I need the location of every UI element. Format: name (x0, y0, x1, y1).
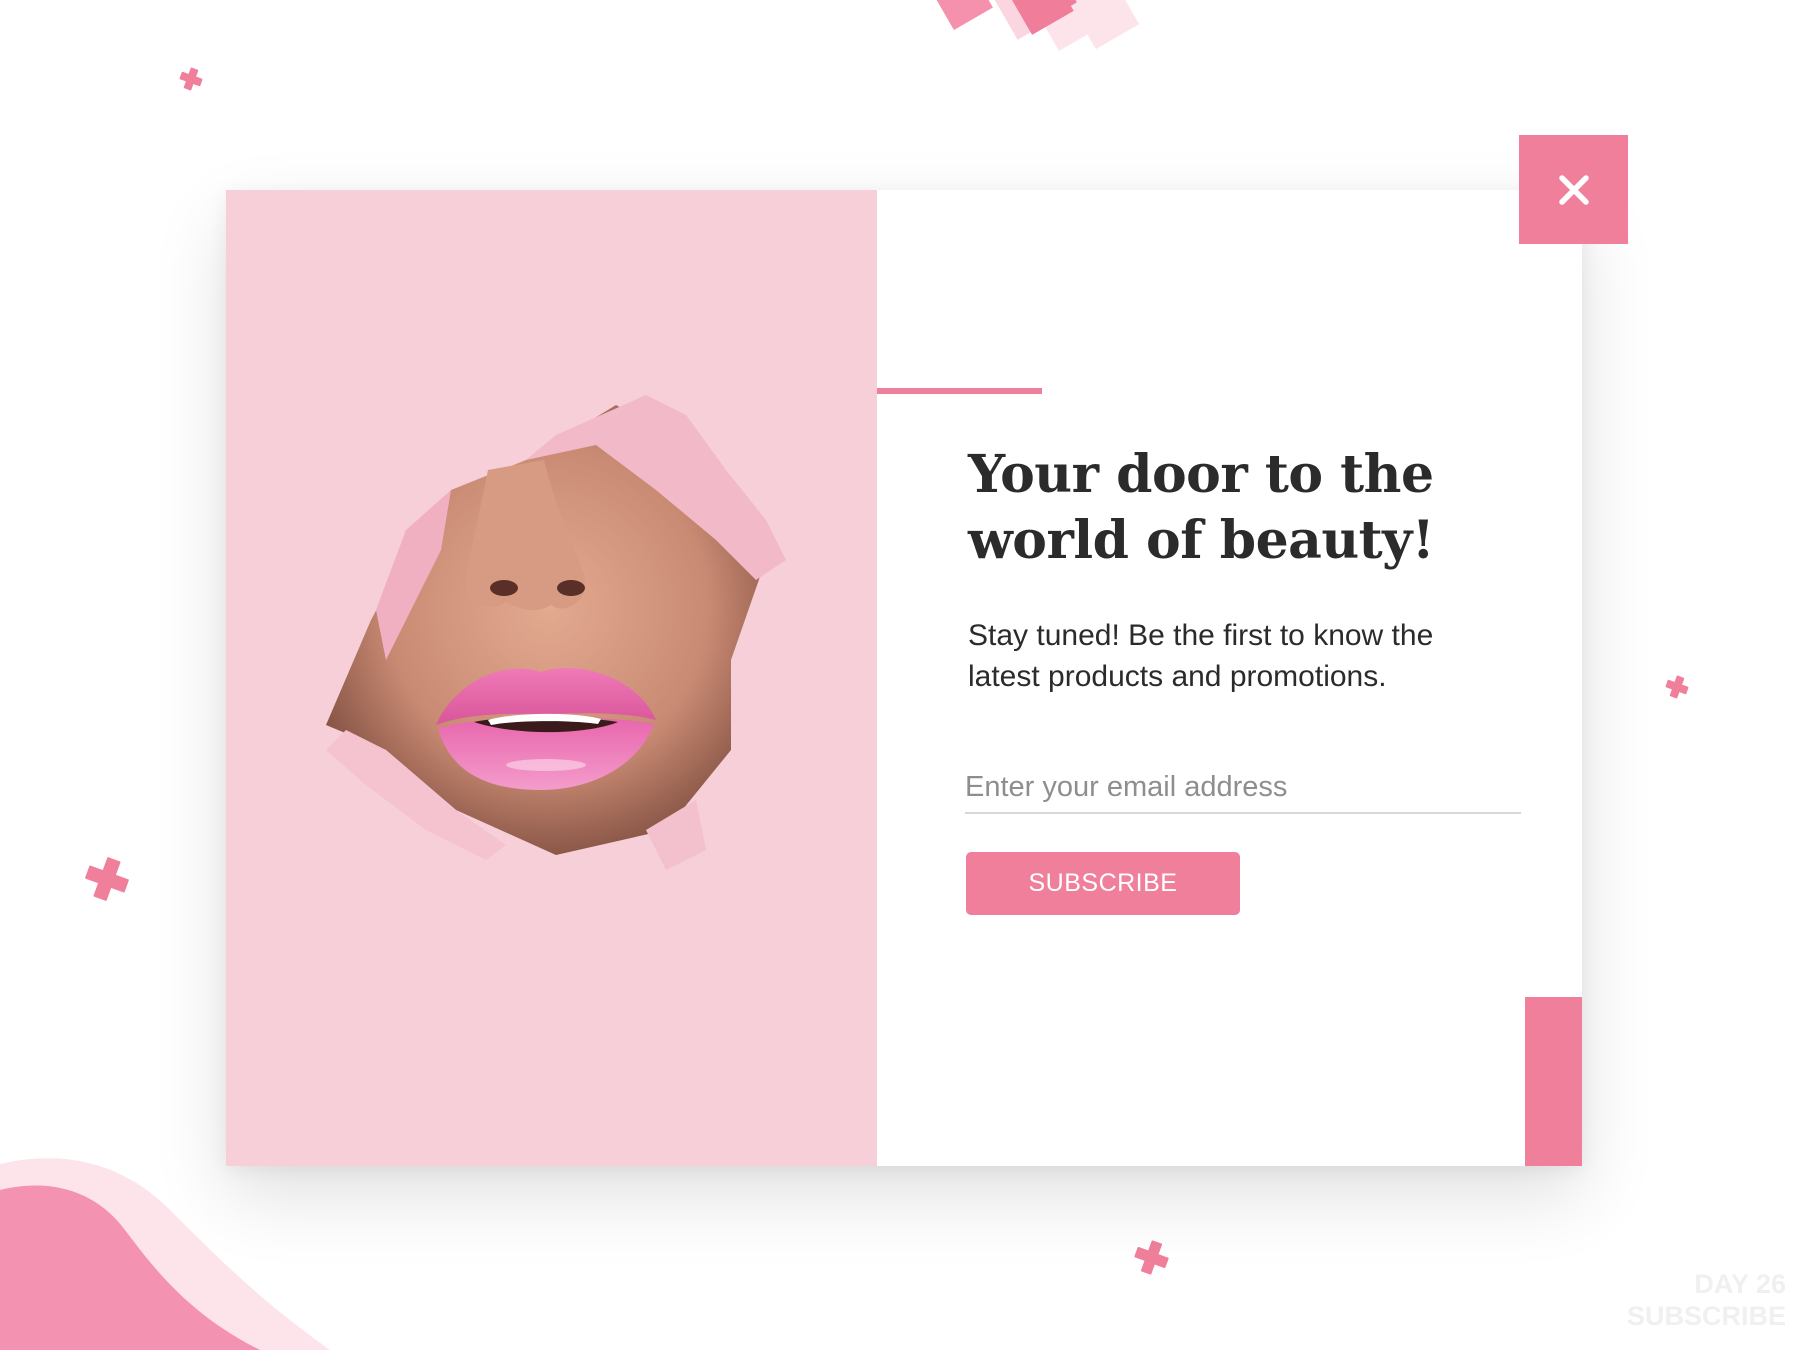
corner-accent (1525, 997, 1582, 1166)
subscribe-button[interactable]: SUBSCRIBE (966, 852, 1240, 915)
plus-decor-icon (1663, 673, 1691, 701)
subscribe-popup: Your door to the world of beauty! Stay t… (226, 190, 1582, 1166)
close-button[interactable] (1519, 135, 1628, 244)
close-icon (1558, 174, 1589, 205)
watermark-day: DAY 26 (1694, 1269, 1786, 1299)
plus-decor-icon (80, 852, 134, 906)
plus-decor-icon (1130, 1236, 1172, 1278)
plus-decor-icon (177, 65, 205, 93)
email-field[interactable] (965, 768, 1521, 814)
popup-headline: Your door to the world of beauty! (968, 444, 1435, 571)
watermark-title: SUBSCRIBE (1626, 1301, 1786, 1331)
torn-paper-illustration (326, 395, 786, 870)
squares-decoration (932, 0, 1140, 51)
lips-photo (226, 190, 877, 1166)
popup-subtext: Stay tuned! Be the first to know the lat… (968, 619, 1434, 693)
accent-line (877, 388, 1042, 394)
day-watermark: DAY 26 SUBSCRIBE (1627, 1268, 1786, 1332)
wave-decoration (0, 1158, 330, 1350)
